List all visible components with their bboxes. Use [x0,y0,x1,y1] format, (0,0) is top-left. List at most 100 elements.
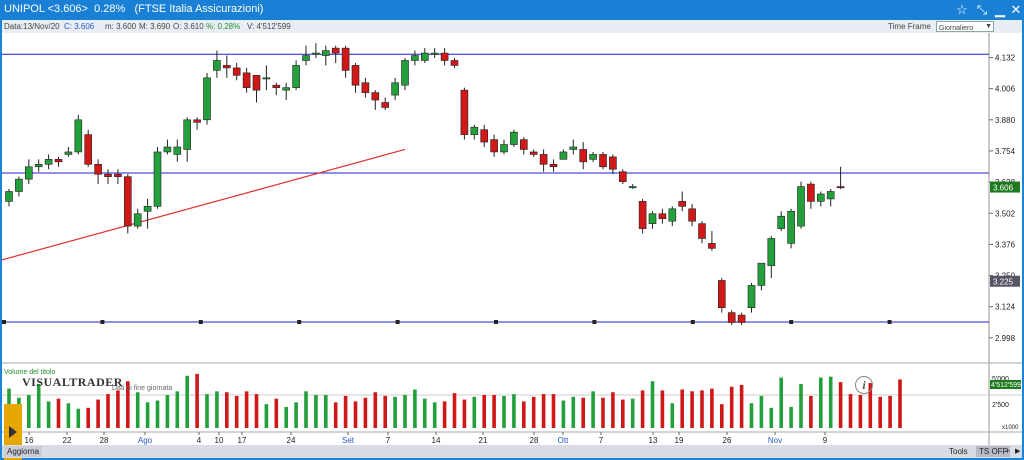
volume-bar [898,379,902,428]
volume-bar [274,398,279,428]
candle-down [440,52,449,61]
volume-bar [343,395,348,428]
candle-down [54,159,63,163]
candle-up [826,191,835,200]
volume-bar [720,404,724,428]
candle-down [242,72,251,88]
time-tick-label: Ott [558,436,569,445]
candle-down [549,164,558,168]
volume-bar [700,390,704,428]
volume-bar [531,396,536,428]
price-tick-label: 4.132 [995,54,1016,63]
time-tick-label: 14 [432,436,441,445]
chart-area[interactable]: 2.9983.1243.2503.3763.5023.6283.7543.880… [2,33,1022,460]
candle-up [777,215,786,229]
volume-bar [759,395,764,428]
candle-down [460,89,469,135]
time-tick-label: Ago [138,436,153,445]
candle-up [816,193,825,202]
volume-bar [680,389,684,428]
candle-down [609,156,617,170]
resize-arrow-icon[interactable]: ⤡ [972,1,992,19]
time-tick-label: Set [342,436,355,445]
candle-up [589,154,597,160]
line-anchor-marker [395,320,400,325]
volume-multiplier: x1000 [1002,425,1019,431]
volume-bar [640,390,645,428]
volume-bar [195,373,199,428]
line-anchor-marker [2,320,6,325]
time-tick-label: 28 [100,436,109,445]
volume-bars-group [7,373,902,428]
candle-up [628,186,637,189]
volume-bar [591,391,595,428]
candle-down [381,102,390,108]
candle-up [44,159,53,165]
volume-bar [660,390,665,428]
chevron-down-icon: ▼ [985,23,992,30]
candle-down [331,47,340,54]
candle-up [312,52,320,55]
timeframe-label: Time Frame [888,22,931,31]
candle-up [183,119,191,150]
volume-bar [442,401,447,428]
volume-bar [621,399,625,428]
candle-up [648,213,657,224]
candle-up [153,151,162,207]
time-tick-label: 7 [386,436,391,445]
info-icon[interactable]: i [855,376,873,394]
volume-bar [393,396,397,428]
volume-bar [819,377,823,428]
timeframe-value: Giornaliero [939,25,974,32]
star-icon[interactable]: ☆ [952,1,972,19]
time-tick-label: Nov [768,436,782,445]
volume-bar [56,398,61,428]
tools-button[interactable]: Tools [946,446,971,457]
volume-bar [789,406,793,428]
volume-bar [739,384,744,428]
candle-down [708,243,716,249]
candle-down [232,67,241,76]
candle-down [599,154,607,168]
close-readout: C: 3.606 [64,22,95,31]
volume-bar [324,395,328,428]
timeframe-select[interactable]: Giornaliero ▼ [936,21,994,32]
candle-up [747,285,756,308]
refresh-button[interactable]: Aggiorna [4,446,43,457]
volume-bar [432,402,437,428]
candle-up [559,151,568,160]
volume-bar [423,398,427,428]
volume-bar [135,392,140,428]
volume-tick-label: 2'500 [992,402,1009,409]
price-tick-label: 4.006 [995,85,1016,94]
current-volume-label: 4'512'599 [991,382,1021,389]
volume-bar [373,392,378,428]
time-tick-label: 13 [649,436,658,445]
volume-bar [27,395,31,428]
volume-bar [304,391,308,428]
line-anchor-marker [494,320,498,325]
volume-bar [66,403,71,428]
candle-down [618,171,627,182]
volume-bar [116,390,120,428]
date-readout: Data:13/Nov/20 [4,22,60,31]
volume-bar [522,401,526,428]
volume-readout: V: 4'512'599 [247,22,291,31]
volume-bar [96,399,100,428]
candle-down [490,139,498,153]
candle-down [252,75,261,91]
close-icon[interactable]: ✕ [1006,1,1024,19]
candle-up [470,126,479,135]
candle-up [143,206,152,212]
play-icon[interactable]: ▶ [1012,446,1023,457]
price-tick-label: 3.124 [995,303,1016,312]
candle-up [282,87,291,91]
volume-bar [383,395,387,428]
time-tick-label: 9 [823,436,828,445]
pct-readout: %: 0.28% [206,22,241,31]
data-type-note: Dati di fine giornata [112,385,173,392]
volume-bar [541,394,546,428]
volume-bar [175,391,180,428]
line-anchor-marker [198,320,203,325]
candle-down [104,173,112,177]
